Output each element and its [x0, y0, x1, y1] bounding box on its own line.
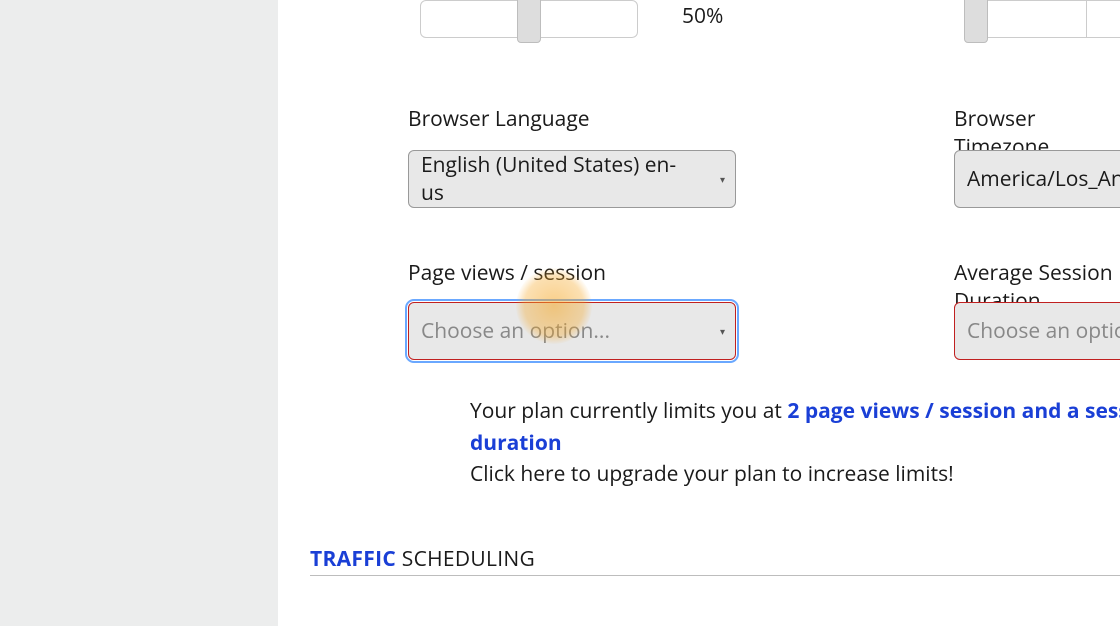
plan-limit-notice: Your plan currently limits you at 2 page… — [470, 396, 1120, 491]
chevron-down-icon: ▾ — [720, 324, 725, 338]
browser-timezone-value: America/Los_Angeles — [967, 165, 1120, 193]
traffic-split-slider-right[interactable] — [964, 0, 1120, 48]
upsell-line2: Click here to upgrade your plan to incre… — [470, 460, 954, 488]
browser-language-value: English (United States) en-us — [421, 151, 699, 207]
traffic-scheduling-heading: TRAFFIC SCHEDULING — [310, 545, 535, 573]
slider-thumb[interactable] — [517, 0, 541, 43]
session-duration-select[interactable]: Choose an option... ▾ — [954, 302, 1120, 360]
page-views-label: Page views / session — [408, 259, 606, 287]
heading-rest-part: SCHEDULING — [396, 545, 535, 573]
slider-thumb[interactable] — [964, 0, 988, 43]
slider-segment — [979, 1, 1087, 37]
slider-segment — [421, 1, 529, 37]
browser-timezone-select[interactable]: America/Los_Angeles ▾ — [954, 150, 1120, 208]
page-views-placeholder: Choose an option... — [421, 317, 610, 345]
sidebar — [0, 0, 278, 626]
slider-left-value: 50% — [682, 2, 723, 30]
section-divider — [310, 575, 1120, 576]
browser-language-label: Browser Language — [408, 105, 590, 133]
page-views-select[interactable]: Choose an option... ▾ — [408, 302, 736, 360]
upsell-prefix: Your plan currently limits you at — [470, 397, 787, 425]
slider-segment — [1087, 1, 1120, 37]
chevron-down-icon: ▾ — [720, 172, 725, 186]
traffic-split-slider-left[interactable] — [420, 0, 640, 48]
content-panel: 50% Browser Language English (United Sta… — [278, 0, 1120, 626]
browser-language-select[interactable]: English (United States) en-us ▾ — [408, 150, 736, 208]
session-duration-placeholder: Choose an option... — [967, 317, 1120, 345]
heading-bold-part: TRAFFIC — [310, 545, 396, 573]
slider-segment — [529, 1, 637, 37]
